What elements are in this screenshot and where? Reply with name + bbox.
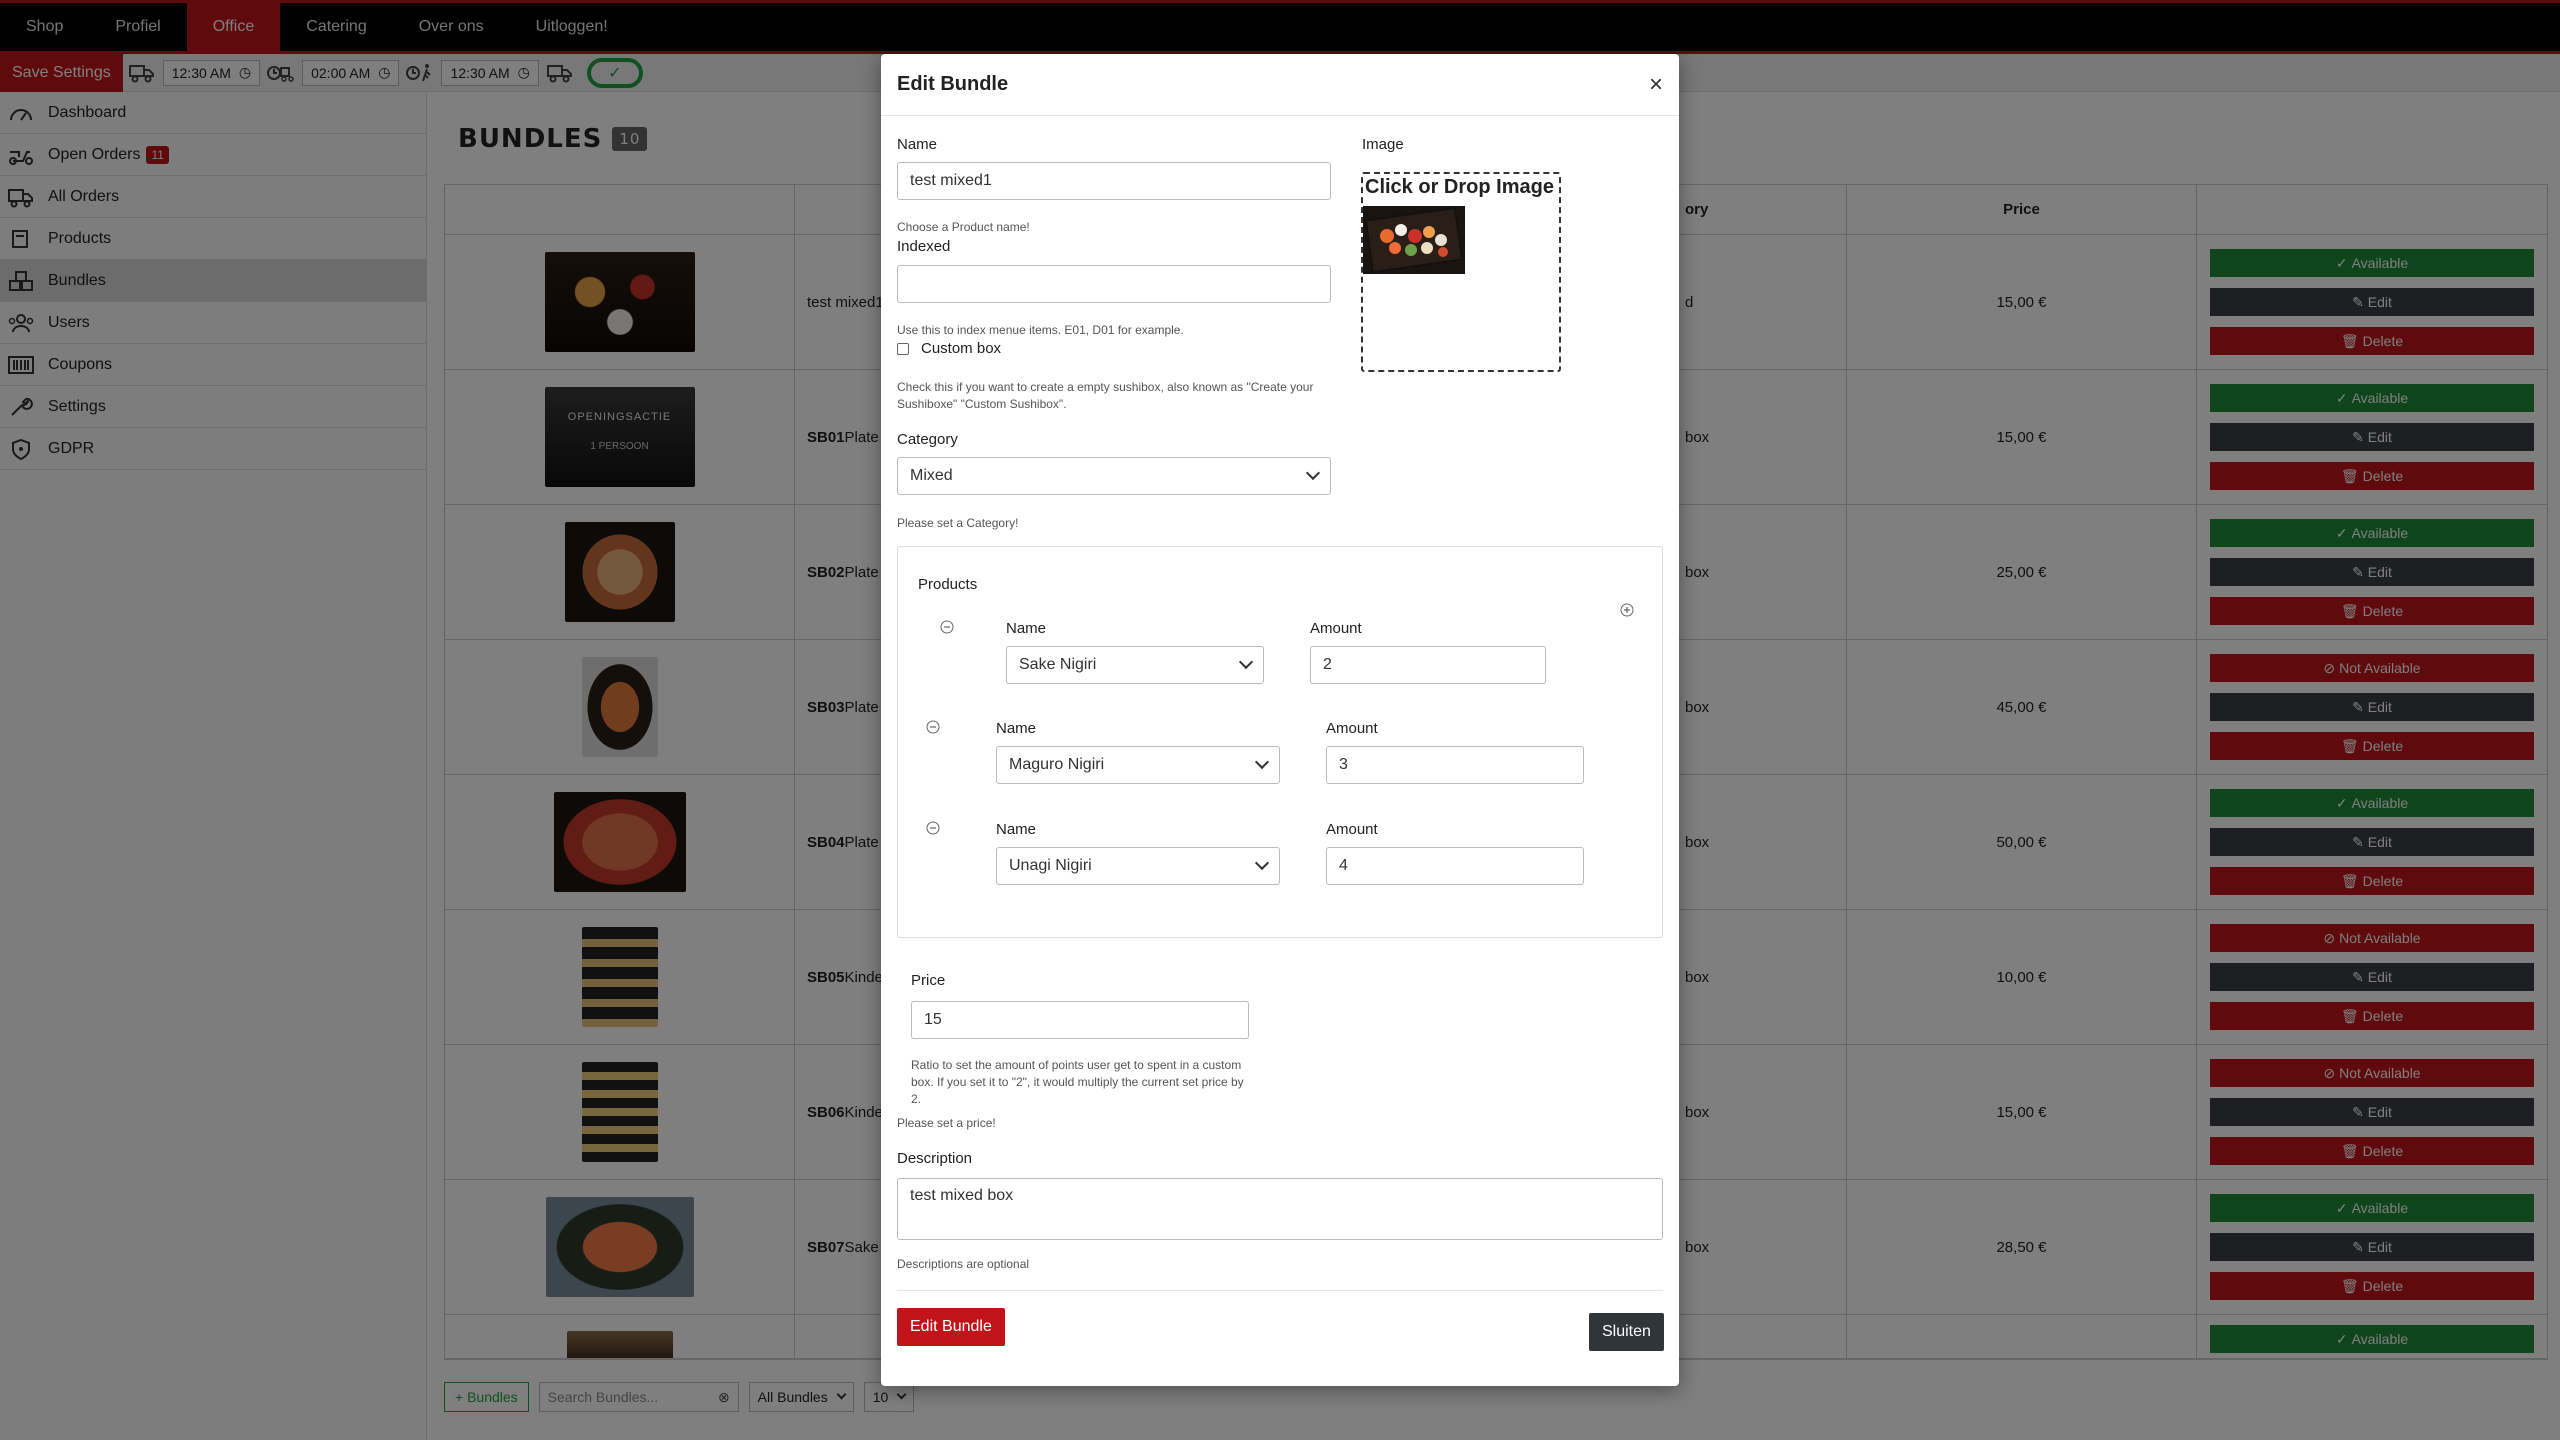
price-label: Price: [911, 972, 946, 989]
edit-bundle-modal: Edit Bundle × Name test mixed1 Choose a …: [881, 54, 1679, 1386]
product-amount-value: 3: [1339, 756, 1348, 773]
modal-divider: [897, 1290, 1663, 1291]
ratio-hint: Ratio to set the amount of points user g…: [911, 1058, 1244, 1106]
product-amount-value: 2: [1323, 656, 1332, 673]
bundle-image-preview: [1363, 206, 1465, 274]
description-hint: Descriptions are optional: [897, 1257, 1030, 1271]
products-label: Products: [918, 576, 978, 593]
indexed-label: Indexed: [897, 238, 951, 255]
chevron-down-icon: [1254, 754, 1270, 770]
indexed-hint: Use this to index menue items. E01, D01 …: [897, 323, 1184, 337]
category-value: Mixed: [910, 467, 953, 484]
dropzone-text: Click or Drop Image: [1365, 176, 1554, 198]
chevron-down-icon: [1238, 654, 1254, 670]
product-amount-label: Amount: [1326, 720, 1378, 737]
name-input[interactable]: test mixed1: [897, 162, 1331, 200]
category-hint: Please set a Category!: [897, 516, 1019, 530]
product-name-label: Name: [996, 821, 1037, 838]
custom-box-hint: Check this if you want to create a empty…: [897, 380, 1314, 411]
product-name-select[interactable]: Sake Nigiri: [1006, 646, 1264, 684]
remove-product-icon[interactable]: [926, 720, 940, 734]
description-textarea[interactable]: test mixed box: [897, 1178, 1663, 1240]
image-label: Image: [1362, 136, 1404, 153]
chevron-down-icon: [1254, 855, 1270, 871]
product-name-select[interactable]: Maguro Nigiri: [996, 746, 1280, 784]
category-label: Category: [897, 431, 958, 448]
description-value: test mixed box: [910, 1187, 1014, 1204]
name-hint: Choose a Product name!: [897, 220, 1030, 234]
price-hint: Please set a price!: [897, 1116, 996, 1130]
product-name-label: Name: [1006, 620, 1047, 637]
product-amount-input[interactable]: 4: [1326, 847, 1584, 885]
product-name-value: Sake Nigiri: [1019, 656, 1097, 673]
name-label: Name: [897, 136, 938, 153]
edit-bundle-submit-button[interactable]: Edit Bundle: [897, 1308, 1005, 1346]
add-product-icon[interactable]: [1620, 603, 1634, 617]
remove-product-icon[interactable]: [940, 620, 954, 634]
product-amount-input[interactable]: 3: [1326, 746, 1584, 784]
product-name-value: Maguro Nigiri: [1009, 756, 1105, 773]
product-amount-input[interactable]: 2: [1310, 646, 1546, 684]
product-name-select[interactable]: Unagi Nigiri: [996, 847, 1280, 885]
modal-title: Edit Bundle: [897, 73, 1009, 95]
name-value: test mixed1: [910, 172, 992, 189]
custom-box-label: Custom box: [921, 340, 1002, 357]
price-input[interactable]: 15: [911, 1001, 1249, 1039]
remove-product-icon[interactable]: [926, 821, 940, 835]
product-name-value: Unagi Nigiri: [1009, 857, 1092, 874]
modal-header: Edit Bundle ×: [881, 54, 1679, 116]
product-amount-label: Amount: [1326, 821, 1378, 838]
product-amount-value: 4: [1339, 857, 1348, 874]
price-value: 15: [924, 1011, 942, 1028]
products-section: Products Name Sake Nigiri Amount 2 Name …: [897, 546, 1663, 938]
indexed-input[interactable]: [897, 265, 1331, 303]
product-amount-label: Amount: [1310, 620, 1362, 637]
product-name-label: Name: [996, 720, 1037, 737]
close-modal-button[interactable]: Sluiten: [1589, 1313, 1664, 1351]
description-label: Description: [897, 1150, 973, 1167]
chevron-down-icon: [1305, 465, 1321, 481]
custom-box-checkbox[interactable]: [897, 343, 909, 355]
category-select[interactable]: Mixed: [897, 457, 1331, 495]
image-dropzone[interactable]: Click or Drop Image: [1361, 172, 1561, 372]
close-icon[interactable]: ×: [1649, 71, 1663, 99]
